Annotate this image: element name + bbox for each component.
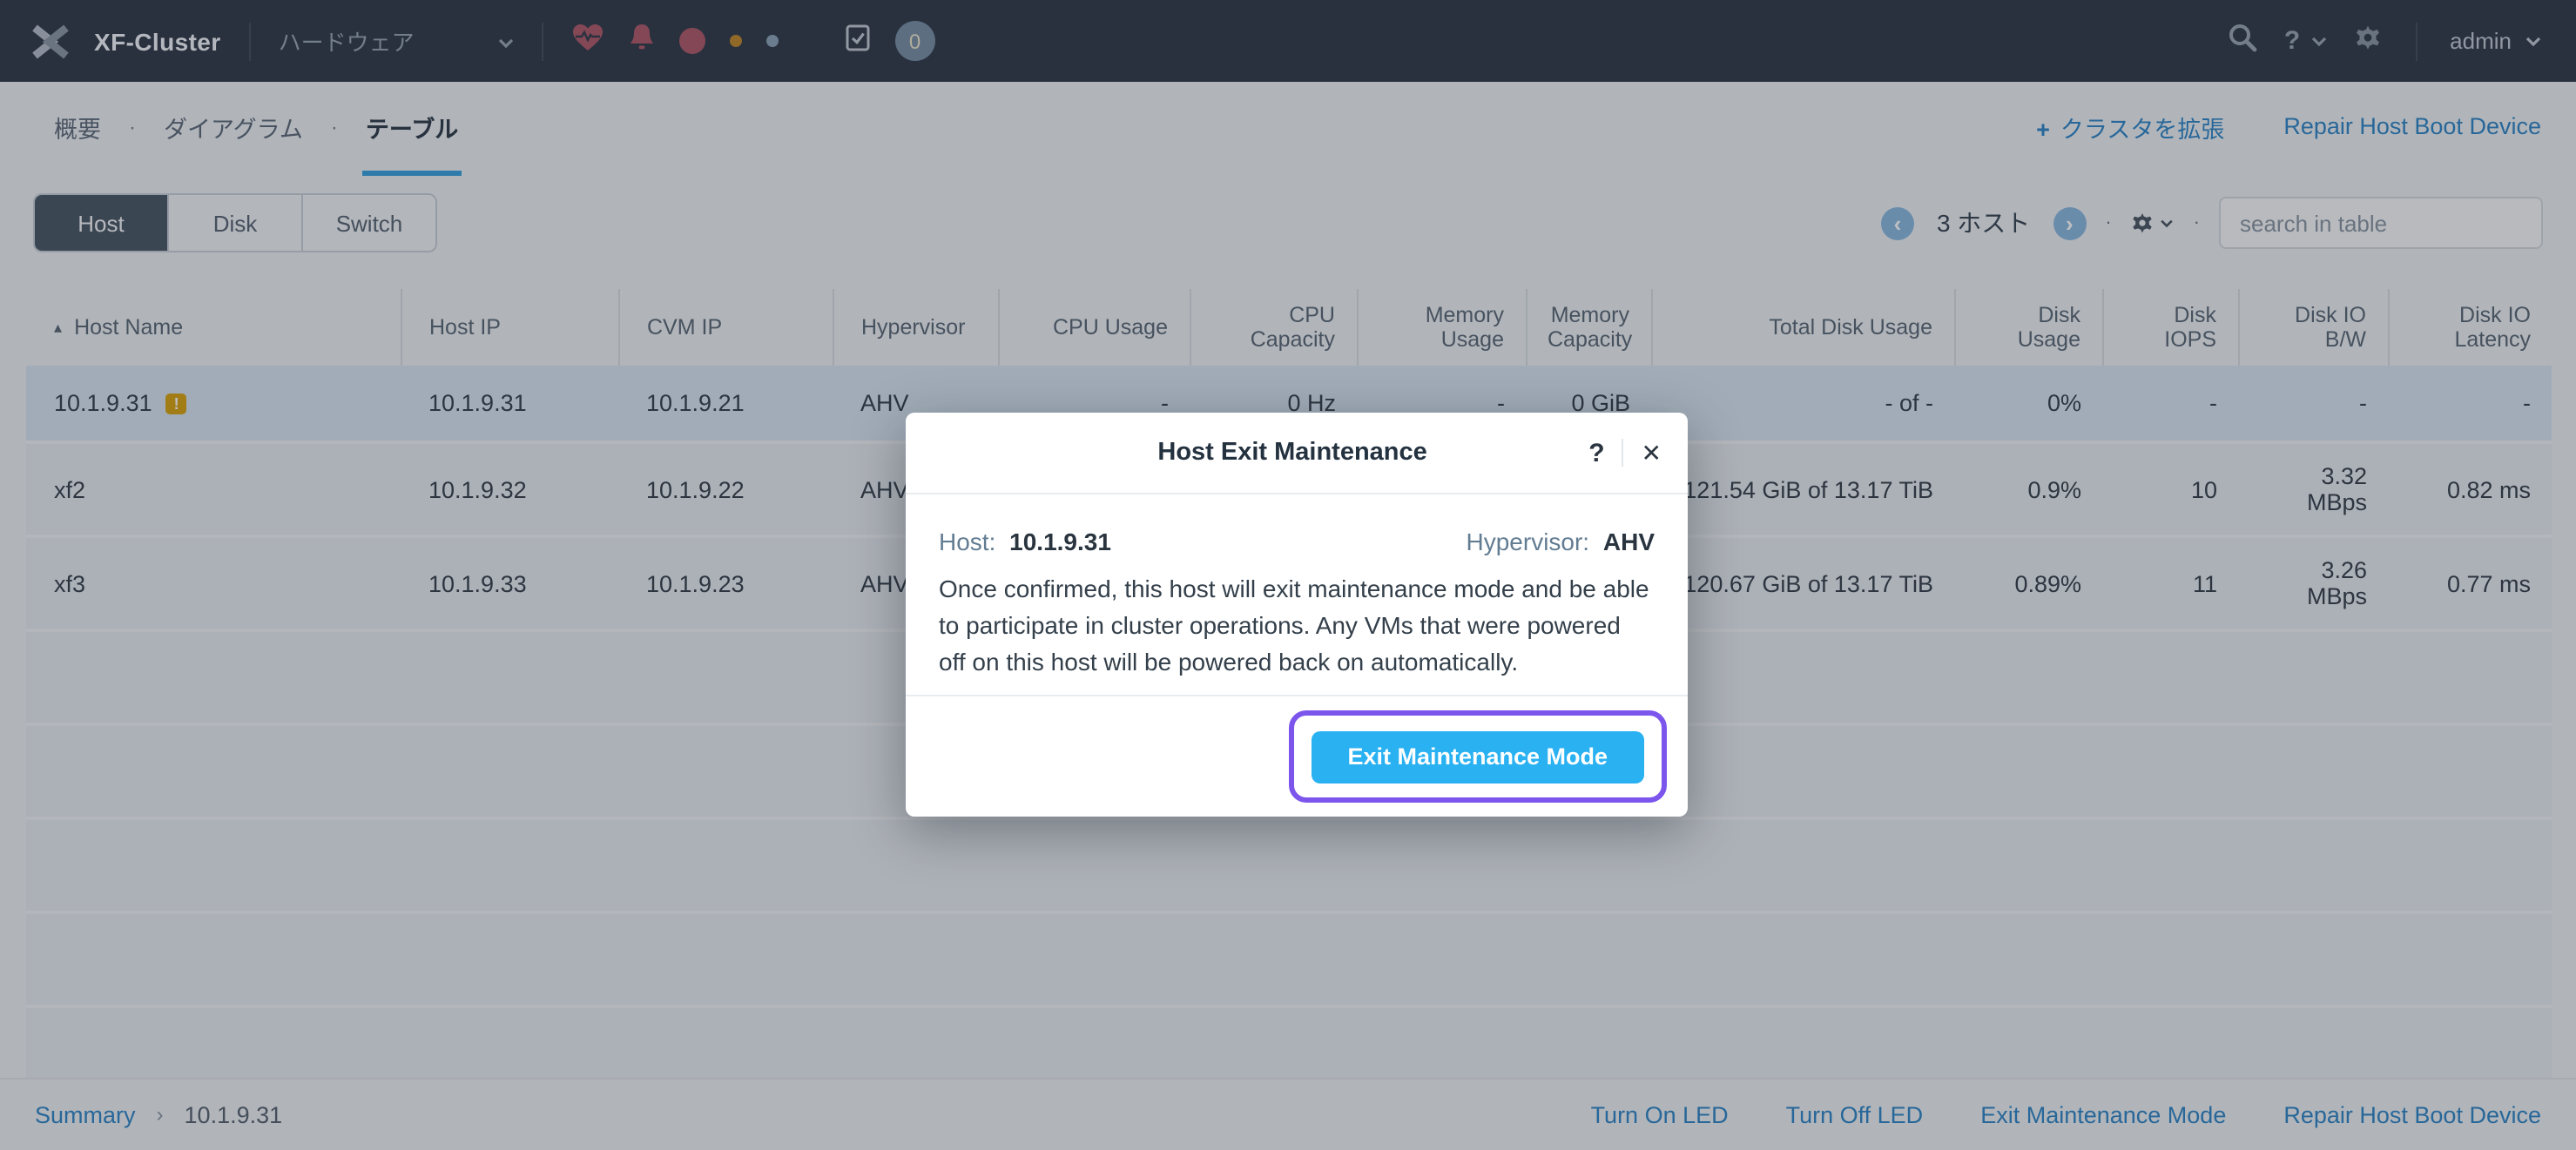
dialog-help-icon[interactable]: ? — [1588, 438, 1604, 467]
exit-maintenance-mode-button[interactable]: Exit Maintenance Mode — [1311, 730, 1644, 783]
dialog-title: Host Exit Maintenance — [906, 439, 1588, 467]
hypervisor-value: AHV — [1603, 528, 1655, 555]
host-value: 10.1.9.31 — [1009, 528, 1111, 555]
dialog-description: Once confirmed, this host will exit main… — [939, 571, 1653, 681]
agent-highlight-ring: Exit Maintenance Mode — [1288, 710, 1667, 803]
app-root: XF-Cluster ハードウェア — [0, 0, 2576, 1150]
dialog-close-icon[interactable]: ✕ — [1642, 438, 1662, 467]
host-exit-maintenance-dialog: Host Exit Maintenance ? ✕ Host: 10.1.9.3… — [906, 413, 1688, 817]
dialog-header: Host Exit Maintenance ? ✕ — [906, 413, 1688, 494]
divider — [1622, 439, 1624, 467]
host-label: Host: — [939, 528, 995, 555]
dialog-host-info: Host: 10.1.9.31 Hypervisor: AHV — [906, 528, 1688, 555]
dialog-footer: Exit Maintenance Mode — [906, 695, 1688, 817]
hypervisor-label: Hypervisor: — [1467, 528, 1590, 555]
